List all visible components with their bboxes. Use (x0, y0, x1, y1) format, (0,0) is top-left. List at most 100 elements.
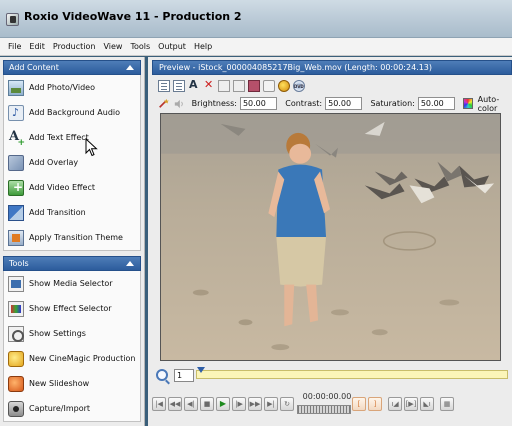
mouse-cursor-icon (85, 138, 98, 157)
step-forward-button[interactable]: |▶ (232, 397, 246, 411)
preview-pane: Preview - iStock_000004085217Big_Web.mov… (148, 57, 512, 426)
add-transition-label: Add Transition (29, 208, 86, 217)
show-media-selector-label: Show Media Selector (29, 279, 113, 288)
copy-icon[interactable] (218, 79, 230, 92)
trim-start-button[interactable]: ı◢ (388, 397, 402, 411)
filmstrip-icon[interactable] (248, 79, 260, 92)
apply-transition-theme-label: Apply Transition Theme (29, 233, 123, 242)
app-icon[interactable] (6, 13, 19, 26)
menu-view[interactable]: View (99, 42, 126, 51)
go-to-end-button[interactable]: ▶| (264, 397, 278, 411)
add-photo-video-item[interactable]: Add Photo/Video (4, 75, 140, 100)
transport-controls: |◀ ◀◀ ◀| ■ ▶ |▶ ▶▶ ▶| ↻ 00:00:00.00 [ ] … (152, 389, 512, 423)
add-text-effect-label: Add Text Effect (29, 133, 89, 142)
volume-slider[interactable] (297, 405, 351, 414)
preview-header: Preview - iStock_000004085217Big_Web.mov… (152, 60, 512, 75)
add-text-effect-item[interactable]: Add Text Effect (4, 125, 140, 150)
trim-end-button[interactable]: ◣ı (420, 397, 434, 411)
menu-file[interactable]: File (4, 42, 25, 51)
add-content-panel: Add Photo/Video Add Background Audio Add… (3, 75, 141, 251)
menu-bar: File Edit Production View Tools Output H… (0, 38, 512, 56)
brightness-label: Brightness: (191, 99, 237, 108)
new-slideshow-item[interactable]: New Slideshow (4, 371, 140, 396)
dvd-output-icon[interactable] (293, 79, 305, 92)
cinemagic-icon (8, 350, 24, 367)
add-background-audio-label: Add Background Audio (29, 108, 121, 117)
video-preview-frame[interactable] (160, 113, 501, 361)
add-text-icon[interactable] (188, 78, 200, 92)
magic-wand-icon[interactable] (158, 97, 170, 110)
contrast-input[interactable]: 50.00 (325, 97, 363, 110)
transition-theme-icon (8, 229, 24, 246)
color-palette-icon[interactable] (463, 98, 473, 109)
transition-icon (8, 204, 24, 221)
saturation-label: Saturation: (370, 99, 415, 108)
photo-video-icon (8, 79, 24, 96)
show-settings-item[interactable]: Show Settings (4, 321, 140, 346)
capture-import-item[interactable]: Capture/Import (4, 396, 140, 421)
timeline-bar: 1 (152, 366, 512, 384)
capture-icon (8, 400, 24, 417)
timecode-display: 00:00:00.00 (302, 392, 352, 401)
apply-transition-theme-item[interactable]: Apply Transition Theme (4, 225, 140, 250)
frame-input[interactable]: 1 (174, 368, 194, 382)
add-content-header[interactable]: Add Content (3, 60, 141, 75)
new-cinemagic-item[interactable]: New CineMagic Production (4, 346, 140, 371)
rewind-button[interactable]: ◀◀ (168, 397, 182, 411)
step-back-button[interactable]: ◀| (184, 397, 198, 411)
collapse-caret-icon[interactable] (126, 65, 134, 70)
menu-help[interactable]: Help (190, 42, 216, 51)
stop-button[interactable]: ■ (200, 397, 214, 411)
add-overlay-item[interactable]: Add Overlay (4, 150, 140, 175)
tools-header[interactable]: Tools (3, 256, 141, 271)
collapse-caret-icon[interactable] (126, 261, 134, 266)
mark-in-button[interactable]: [ (352, 397, 366, 411)
fullscreen-button[interactable]: ▦ (440, 397, 454, 411)
new-slideshow-label: New Slideshow (29, 379, 90, 388)
app-window: Roxio VideoWave 11 - Production 2 File E… (0, 0, 512, 426)
add-photo-video-label: Add Photo/Video (29, 83, 95, 92)
grid-view-icon[interactable] (173, 79, 185, 92)
zoom-icon[interactable] (156, 369, 168, 381)
play-button[interactable]: ▶ (216, 397, 230, 411)
speaker-icon[interactable] (174, 98, 184, 110)
list-view-icon[interactable] (158, 79, 170, 92)
menu-tools[interactable]: Tools (126, 42, 154, 51)
text-effect-icon (8, 129, 25, 148)
tools-title: Tools (9, 259, 29, 268)
add-overlay-label: Add Overlay (29, 158, 79, 167)
settings-icon (8, 325, 24, 342)
web-output-icon[interactable] (278, 79, 290, 92)
add-video-effect-item[interactable]: Add Video Effect (4, 175, 140, 200)
preview-toolbar (152, 77, 512, 94)
split-clip-button[interactable]: [▶] (404, 397, 418, 411)
show-effect-selector-item[interactable]: Show Effect Selector (4, 296, 140, 321)
loop-button[interactable]: ↻ (280, 397, 294, 411)
go-to-start-button[interactable]: |◀ (152, 397, 166, 411)
snapshot-icon[interactable] (263, 79, 275, 92)
capture-import-label: Capture/Import (29, 404, 91, 413)
add-background-audio-item[interactable]: Add Background Audio (4, 100, 140, 125)
new-cinemagic-label: New CineMagic Production (29, 354, 136, 363)
audio-icon (8, 104, 24, 121)
paste-icon[interactable] (233, 79, 245, 92)
media-selector-icon (8, 275, 24, 292)
brightness-input[interactable]: 50.00 (239, 97, 278, 110)
show-media-selector-item[interactable]: Show Media Selector (4, 271, 140, 296)
menu-edit[interactable]: Edit (25, 42, 49, 51)
saturation-input[interactable]: 50.00 (417, 97, 456, 110)
show-settings-label: Show Settings (29, 329, 86, 338)
mark-out-button[interactable]: ] (368, 397, 382, 411)
scrub-bar[interactable] (196, 367, 508, 379)
effect-selector-icon (8, 300, 24, 317)
menu-production[interactable]: Production (49, 42, 100, 51)
delete-icon[interactable] (203, 78, 215, 92)
menu-output[interactable]: Output (154, 42, 190, 51)
add-transition-item[interactable]: Add Transition (4, 200, 140, 225)
fast-forward-button[interactable]: ▶▶ (248, 397, 262, 411)
window-title: Roxio VideoWave 11 - Production 2 (24, 10, 242, 23)
show-effect-selector-label: Show Effect Selector (29, 304, 112, 313)
playhead-marker[interactable] (197, 367, 205, 373)
slideshow-icon (8, 375, 24, 392)
auto-color-button[interactable]: Auto-color (478, 95, 512, 113)
